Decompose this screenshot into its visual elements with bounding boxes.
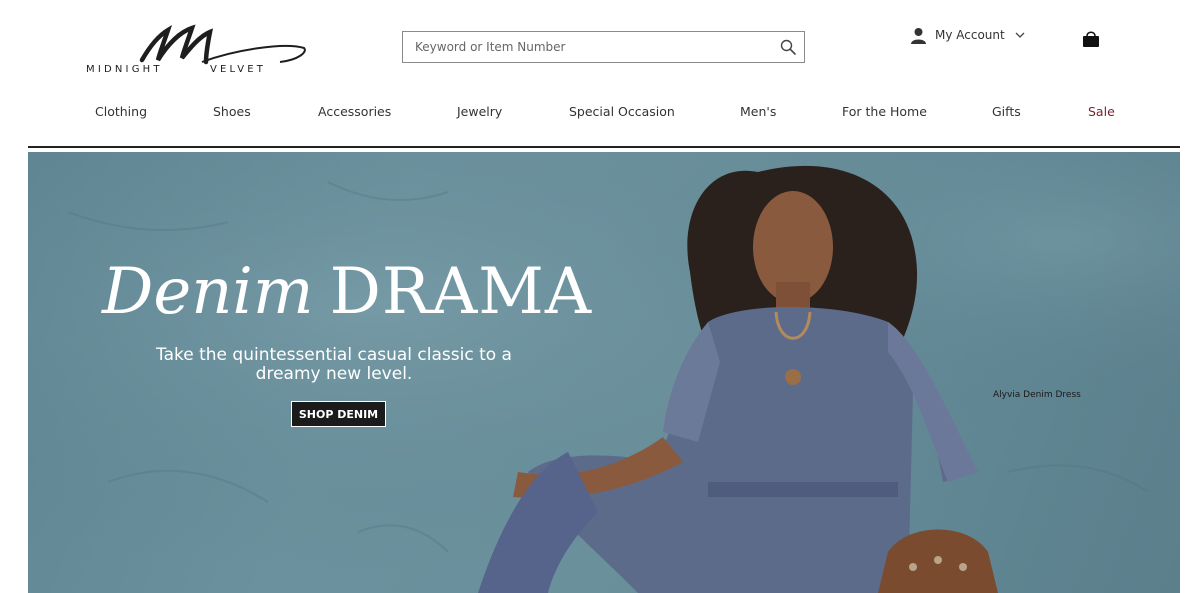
hero-headline-caps: DRAMA (329, 255, 593, 329)
account-label: My Account (935, 28, 1005, 42)
nav-item-accessories[interactable]: Accessories (318, 104, 391, 119)
search-box[interactable] (402, 31, 805, 63)
main-nav: Clothing Shoes Accessories Jewelry Speci… (28, 100, 1180, 126)
user-icon (911, 27, 926, 44)
product-caption[interactable]: Alyvia Denim Dress (993, 390, 1081, 400)
nav-item-clothing[interactable]: Clothing (95, 104, 147, 119)
nav-item-shoes[interactable]: Shoes (213, 104, 251, 119)
nav-divider (28, 146, 1180, 148)
hero-subtitle: Take the quintessential casual classic t… (156, 345, 512, 384)
nav-item-sale[interactable]: Sale (1088, 104, 1115, 119)
svg-text:VELVET: VELVET (210, 64, 266, 75)
hero-headline-script: Denim (102, 255, 314, 329)
shop-denim-button[interactable]: SHOP DENIM (291, 401, 386, 427)
nav-item-special-occasion[interactable]: Special Occasion (569, 104, 675, 119)
hero-headline: Denim DRAMA (102, 260, 592, 324)
nav-item-mens[interactable]: Men's (740, 104, 776, 119)
chevron-down-icon (1015, 32, 1025, 38)
brand-logo-text: MIDNIGHT (86, 64, 163, 75)
model-photo (478, 165, 998, 593)
nav-item-for-the-home[interactable]: For the Home (842, 104, 927, 119)
nav-item-gifts[interactable]: Gifts (992, 104, 1021, 119)
shopping-bag-icon[interactable] (1082, 30, 1100, 48)
search-icon[interactable] (780, 39, 796, 55)
my-account-menu[interactable]: My Account (910, 25, 1025, 45)
hero-banner[interactable]: Denim DRAMA Take the quintessential casua… (28, 152, 1180, 593)
search-input[interactable] (403, 32, 763, 62)
brand-logo[interactable]: MIDNIGHT VELVET (84, 22, 310, 78)
nav-item-jewelry[interactable]: Jewelry (457, 104, 502, 119)
